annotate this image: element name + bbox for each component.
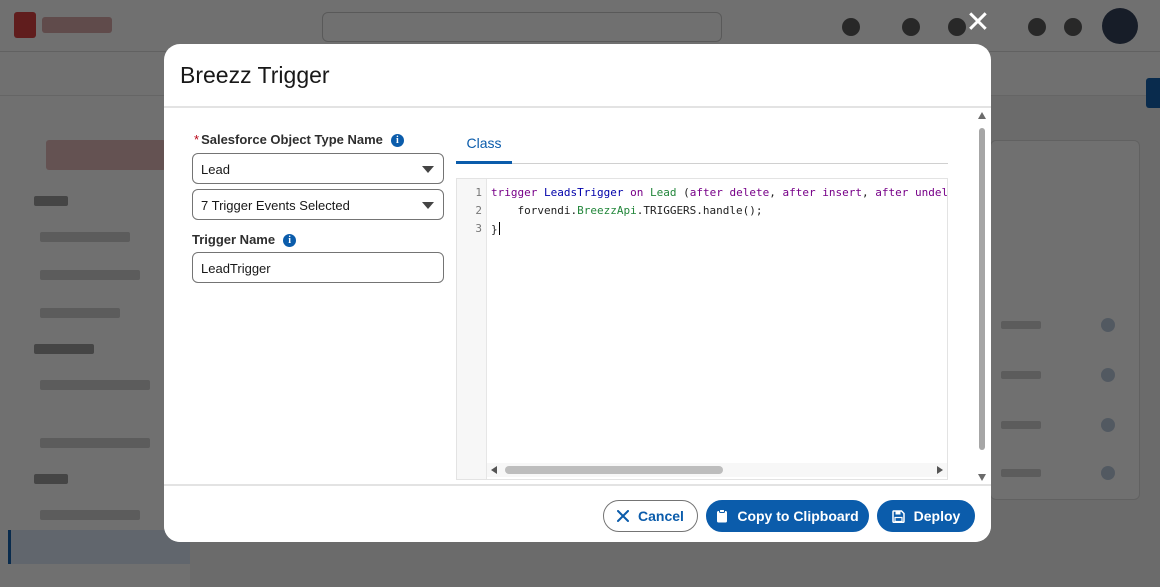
code-editor[interactable]: 1 2 3 trigger LeadsTrigger on Lead (afte… [456,178,948,480]
code-token: after [689,186,723,199]
trigger-events-select[interactable]: 7 Trigger Events Selected [192,189,444,220]
save-icon [891,509,905,523]
scroll-right-icon[interactable] [937,466,943,474]
deploy-button[interactable]: Deploy [877,500,975,532]
code-line: forvendi.BreezzApi.TRIGGERS.handle(); [491,204,763,217]
code-token: Lead [649,186,677,199]
code-token: forvendi. [491,204,578,217]
code-token: , [861,186,876,199]
scrollbar-thumb[interactable] [979,128,985,450]
modal-footer: Cancel Copy to Clipboard Deploy [164,484,991,542]
info-icon[interactable]: i [390,134,404,147]
scroll-up-icon[interactable] [978,112,986,119]
deploy-button-label: Deploy [913,508,961,524]
code-token: .TRIGGERS.handle(); [636,204,763,217]
object-type-label: * Salesforce Object Type Name i [194,132,404,147]
text-cursor [498,222,500,235]
breezz-trigger-modal: Breezz Trigger * Salesforce Object Type N… [164,44,991,542]
info-icon[interactable]: i [283,234,297,247]
close-icon [617,510,630,522]
code-token: insert [822,186,862,199]
code-line: } [491,222,500,236]
code-token: } [491,223,498,236]
line-number: 1 [475,186,482,199]
required-marker: * [194,132,200,147]
modal-header: Breezz Trigger [164,44,991,108]
trigger-name-label-text: Trigger Name [192,232,276,247]
modal-title: Breezz Trigger [180,62,330,88]
trigger-name-label: Trigger Name i [192,232,297,247]
vertical-scrollbar[interactable] [976,112,988,484]
horizontal-scrollbar[interactable] [487,463,947,477]
code-line: trigger LeadsTrigger on Lead (after dele… [491,186,948,199]
scroll-down-icon[interactable] [978,474,986,481]
code-token: on [630,186,644,199]
modal-body: * Salesforce Object Type Name i Lead 7 Tri… [164,108,991,484]
code-token: after [875,186,909,199]
chevron-down-icon [422,166,434,173]
tab-class[interactable]: Class [456,126,512,164]
trigger-name-input[interactable]: LeadTrigger [192,252,444,283]
code-token: undel [914,186,948,199]
code-token: BreezzApi [577,204,637,217]
object-type-value: Lead [201,162,230,177]
object-type-label-text: Salesforce Object Type Name [201,132,383,147]
code-token: trigger [491,186,538,199]
scroll-left-icon[interactable] [491,466,497,474]
code-token: after [782,186,816,199]
clipboard-icon [716,509,728,523]
code-token: ( [676,186,690,199]
cancel-button-label: Cancel [638,508,684,524]
close-icon[interactable]: ✕ [962,6,994,40]
line-number: 2 [475,204,482,217]
line-number: 3 [475,222,482,235]
object-type-select[interactable]: Lead [192,153,444,184]
code-token: delete [729,186,770,199]
line-number-gutter: 1 2 3 [457,179,487,479]
code-token: LeadsTrigger [543,186,624,199]
copy-to-clipboard-button[interactable]: Copy to Clipboard [706,500,869,532]
copy-to-clipboard-label: Copy to Clipboard [737,508,859,524]
code-token: , [769,186,783,199]
code-tabs: Class [456,126,948,164]
scrollbar-thumb[interactable] [505,466,723,474]
chevron-down-icon [422,202,434,209]
cancel-button[interactable]: Cancel [603,500,698,532]
trigger-name-value: LeadTrigger [201,261,271,276]
trigger-events-value: 7 Trigger Events Selected [201,198,350,213]
